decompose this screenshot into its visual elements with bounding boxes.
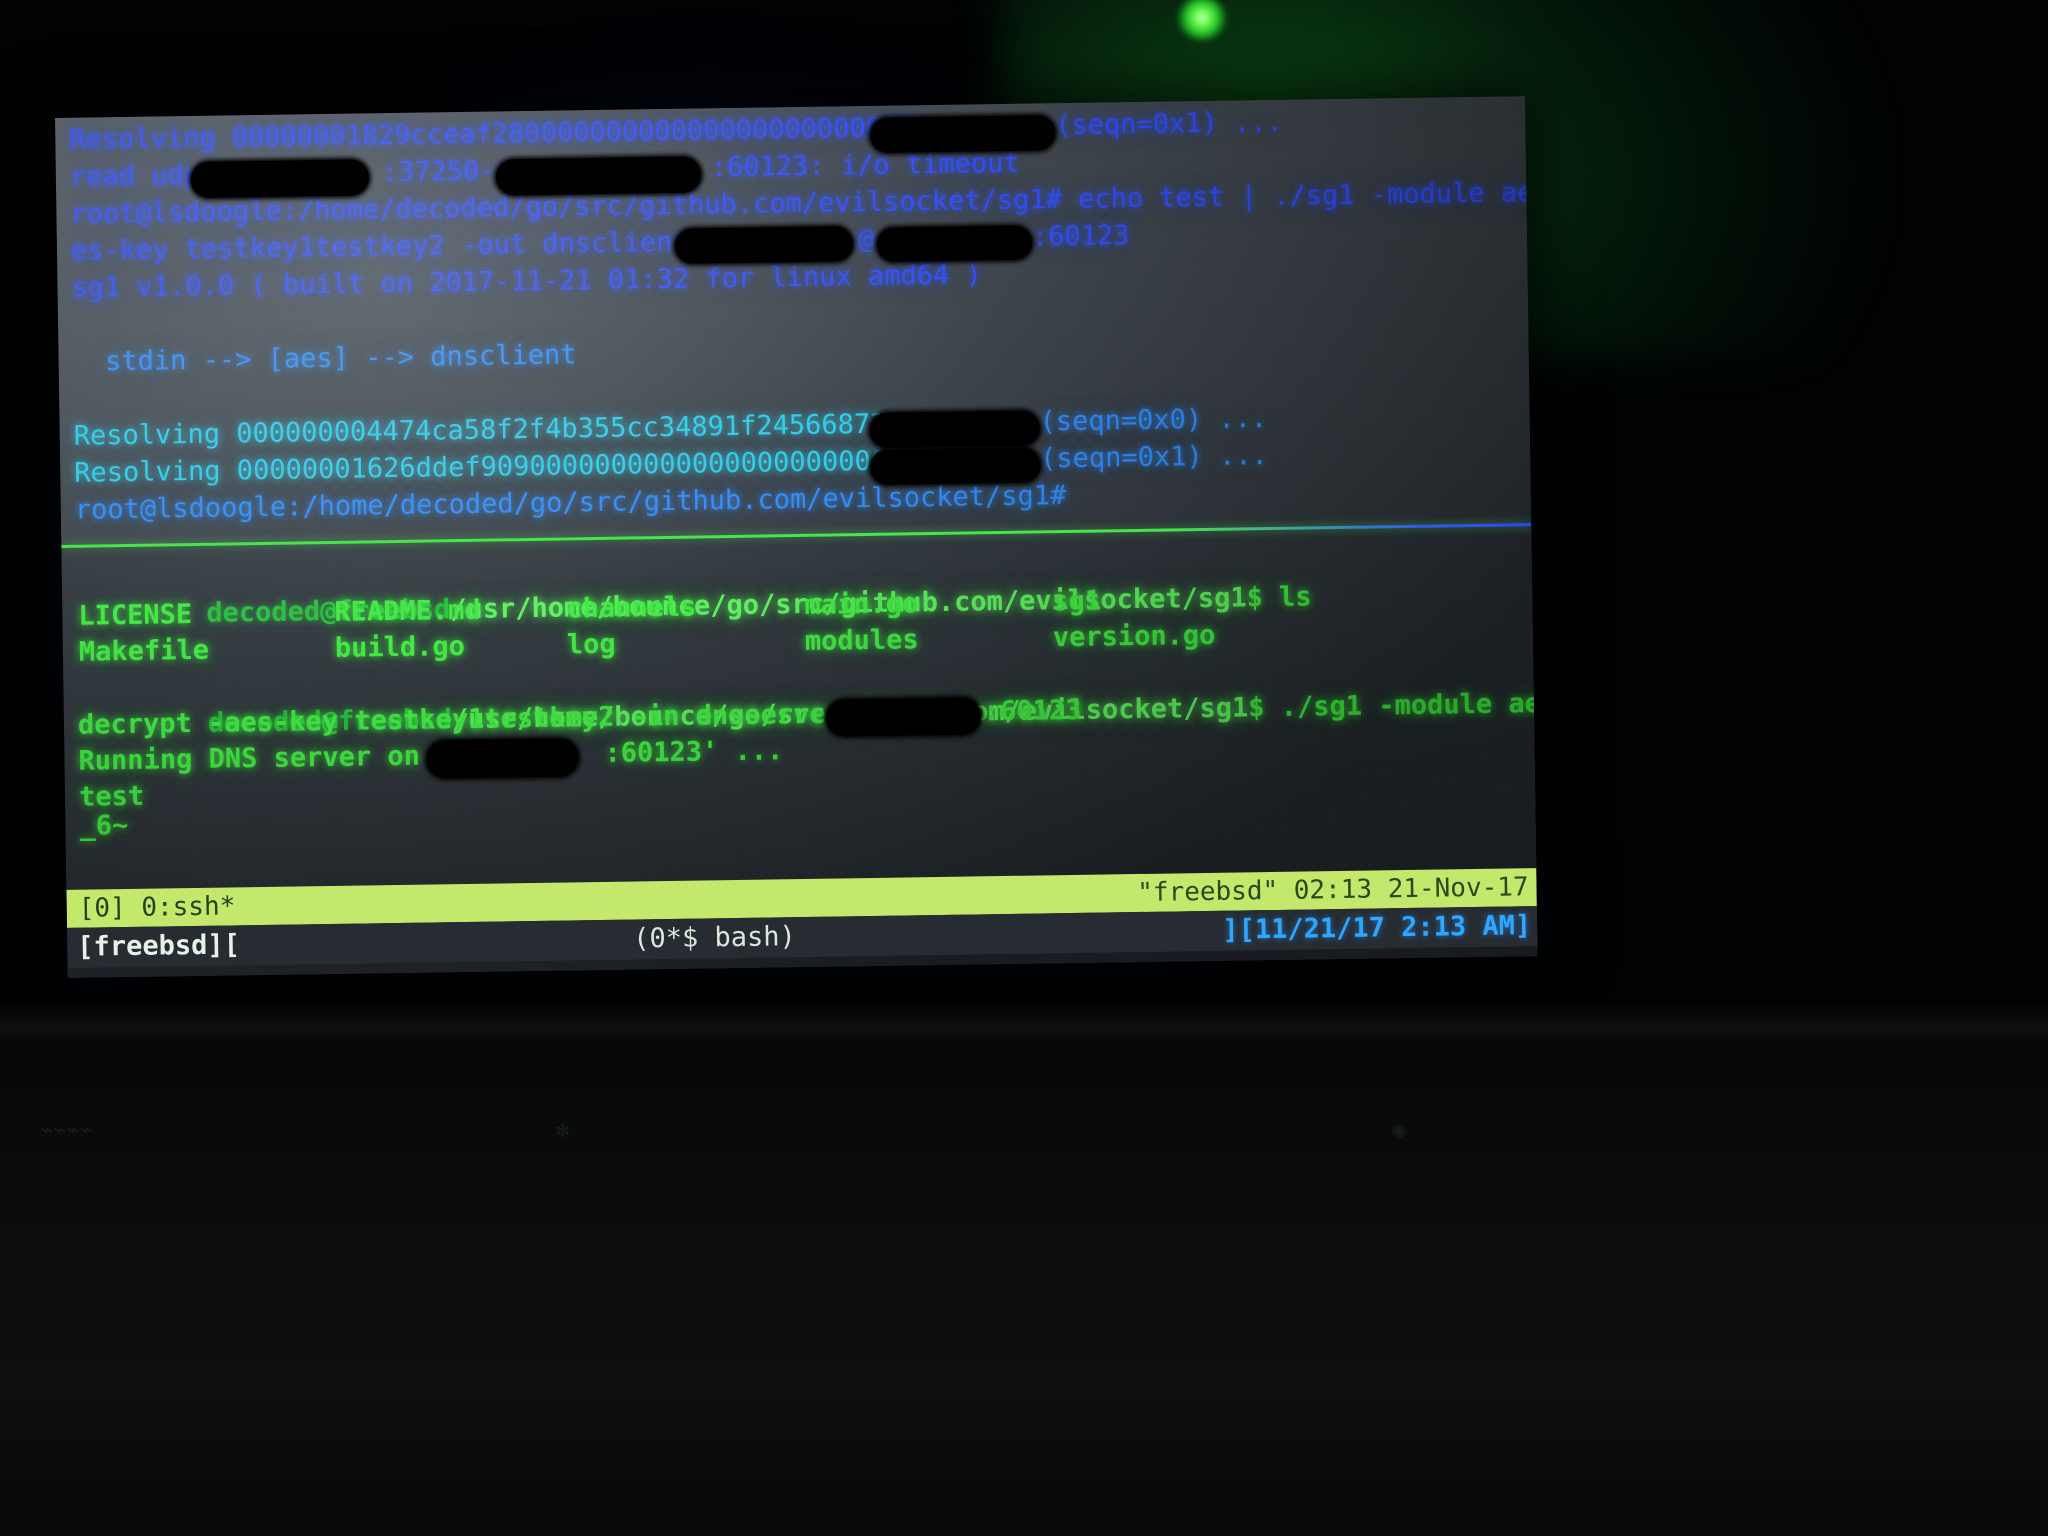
tmux-active-window[interactable]: (0*$ bash)	[633, 917, 796, 959]
redaction-block	[870, 447, 1041, 485]
terminal-cursor-line: _6~	[79, 809, 129, 842]
freebsd-ls-command: $ ls	[1246, 581, 1312, 614]
ls-item: channels	[566, 591, 697, 625]
tmux-session-name[interactable]: [freebsd][	[77, 925, 240, 967]
redaction-block	[870, 115, 1056, 153]
resolving-line-3-seqn: (seqn=0x1) ...	[1039, 440, 1268, 475]
ls-item: main.go	[804, 588, 919, 621]
ls-item: sg1	[1052, 585, 1102, 618]
resolving-line-2-seqn: (seqn=0x0) ...	[1039, 403, 1268, 438]
redaction-block	[426, 738, 579, 779]
running-dns-server-suffix: :60123' ...	[604, 735, 784, 769]
sg1-dnsserver-port: :60123	[983, 694, 1082, 728]
tmux-datetime: ][11/21/17 2:13 AM]	[1222, 910, 1532, 946]
ls-item: Makefile	[78, 634, 210, 668]
ls-item: LICENSE	[78, 599, 193, 632]
redaction-block	[495, 156, 702, 196]
ls-item: modules	[804, 624, 919, 657]
ls-item: log	[566, 628, 616, 661]
laptop-screen: Resolving 00000001829cceaf28000000000000…	[55, 96, 1538, 978]
resolving-line-1-seqn: (seqn=0x1) ...	[1054, 106, 1284, 142]
bluetooth-icon: ✼	[556, 1118, 570, 1143]
redaction-block	[674, 226, 854, 264]
pipeline-diagram: stdin --> [aes] --> dnsclient	[72, 339, 577, 378]
dnsclient-at-sign: @	[857, 223, 875, 256]
redaction-block	[876, 225, 1033, 262]
read-udp-label: read udp	[69, 159, 201, 193]
redaction-block	[869, 410, 1040, 448]
photograph-of-laptop-screen: Resolving 00000001829cceaf28000000000000…	[0, 0, 2048, 1536]
power-indicator-icon: ◉	[1392, 1118, 1406, 1143]
redaction-block	[190, 159, 370, 198]
green-led-indicator	[1176, 0, 1228, 40]
redaction-block	[825, 697, 982, 737]
ls-item: README.md	[334, 594, 481, 628]
read-udp-srcport: :37250->	[381, 155, 513, 189]
ls-item: build.go	[334, 630, 466, 664]
tmux-window-list[interactable]: [0] 0:ssh*	[78, 887, 236, 927]
running-dns-server-prefix: Running DNS server on '	[78, 740, 453, 777]
deck-branding-mark: ⌁⌁⌁⌁	[40, 1118, 93, 1143]
tmux-session-clock: "freebsd" 02:13 21-Nov-17	[1137, 872, 1529, 909]
dnsclient-port: :60123	[1031, 220, 1130, 253]
ls-item: version.go	[1052, 619, 1216, 654]
freebsd-sg1-command: $ ./sg1 -module aes -aes-mode	[1248, 687, 1538, 724]
laptop-deck: ⌁⌁⌁⌁ ✼ ◉	[0, 1040, 2048, 1536]
